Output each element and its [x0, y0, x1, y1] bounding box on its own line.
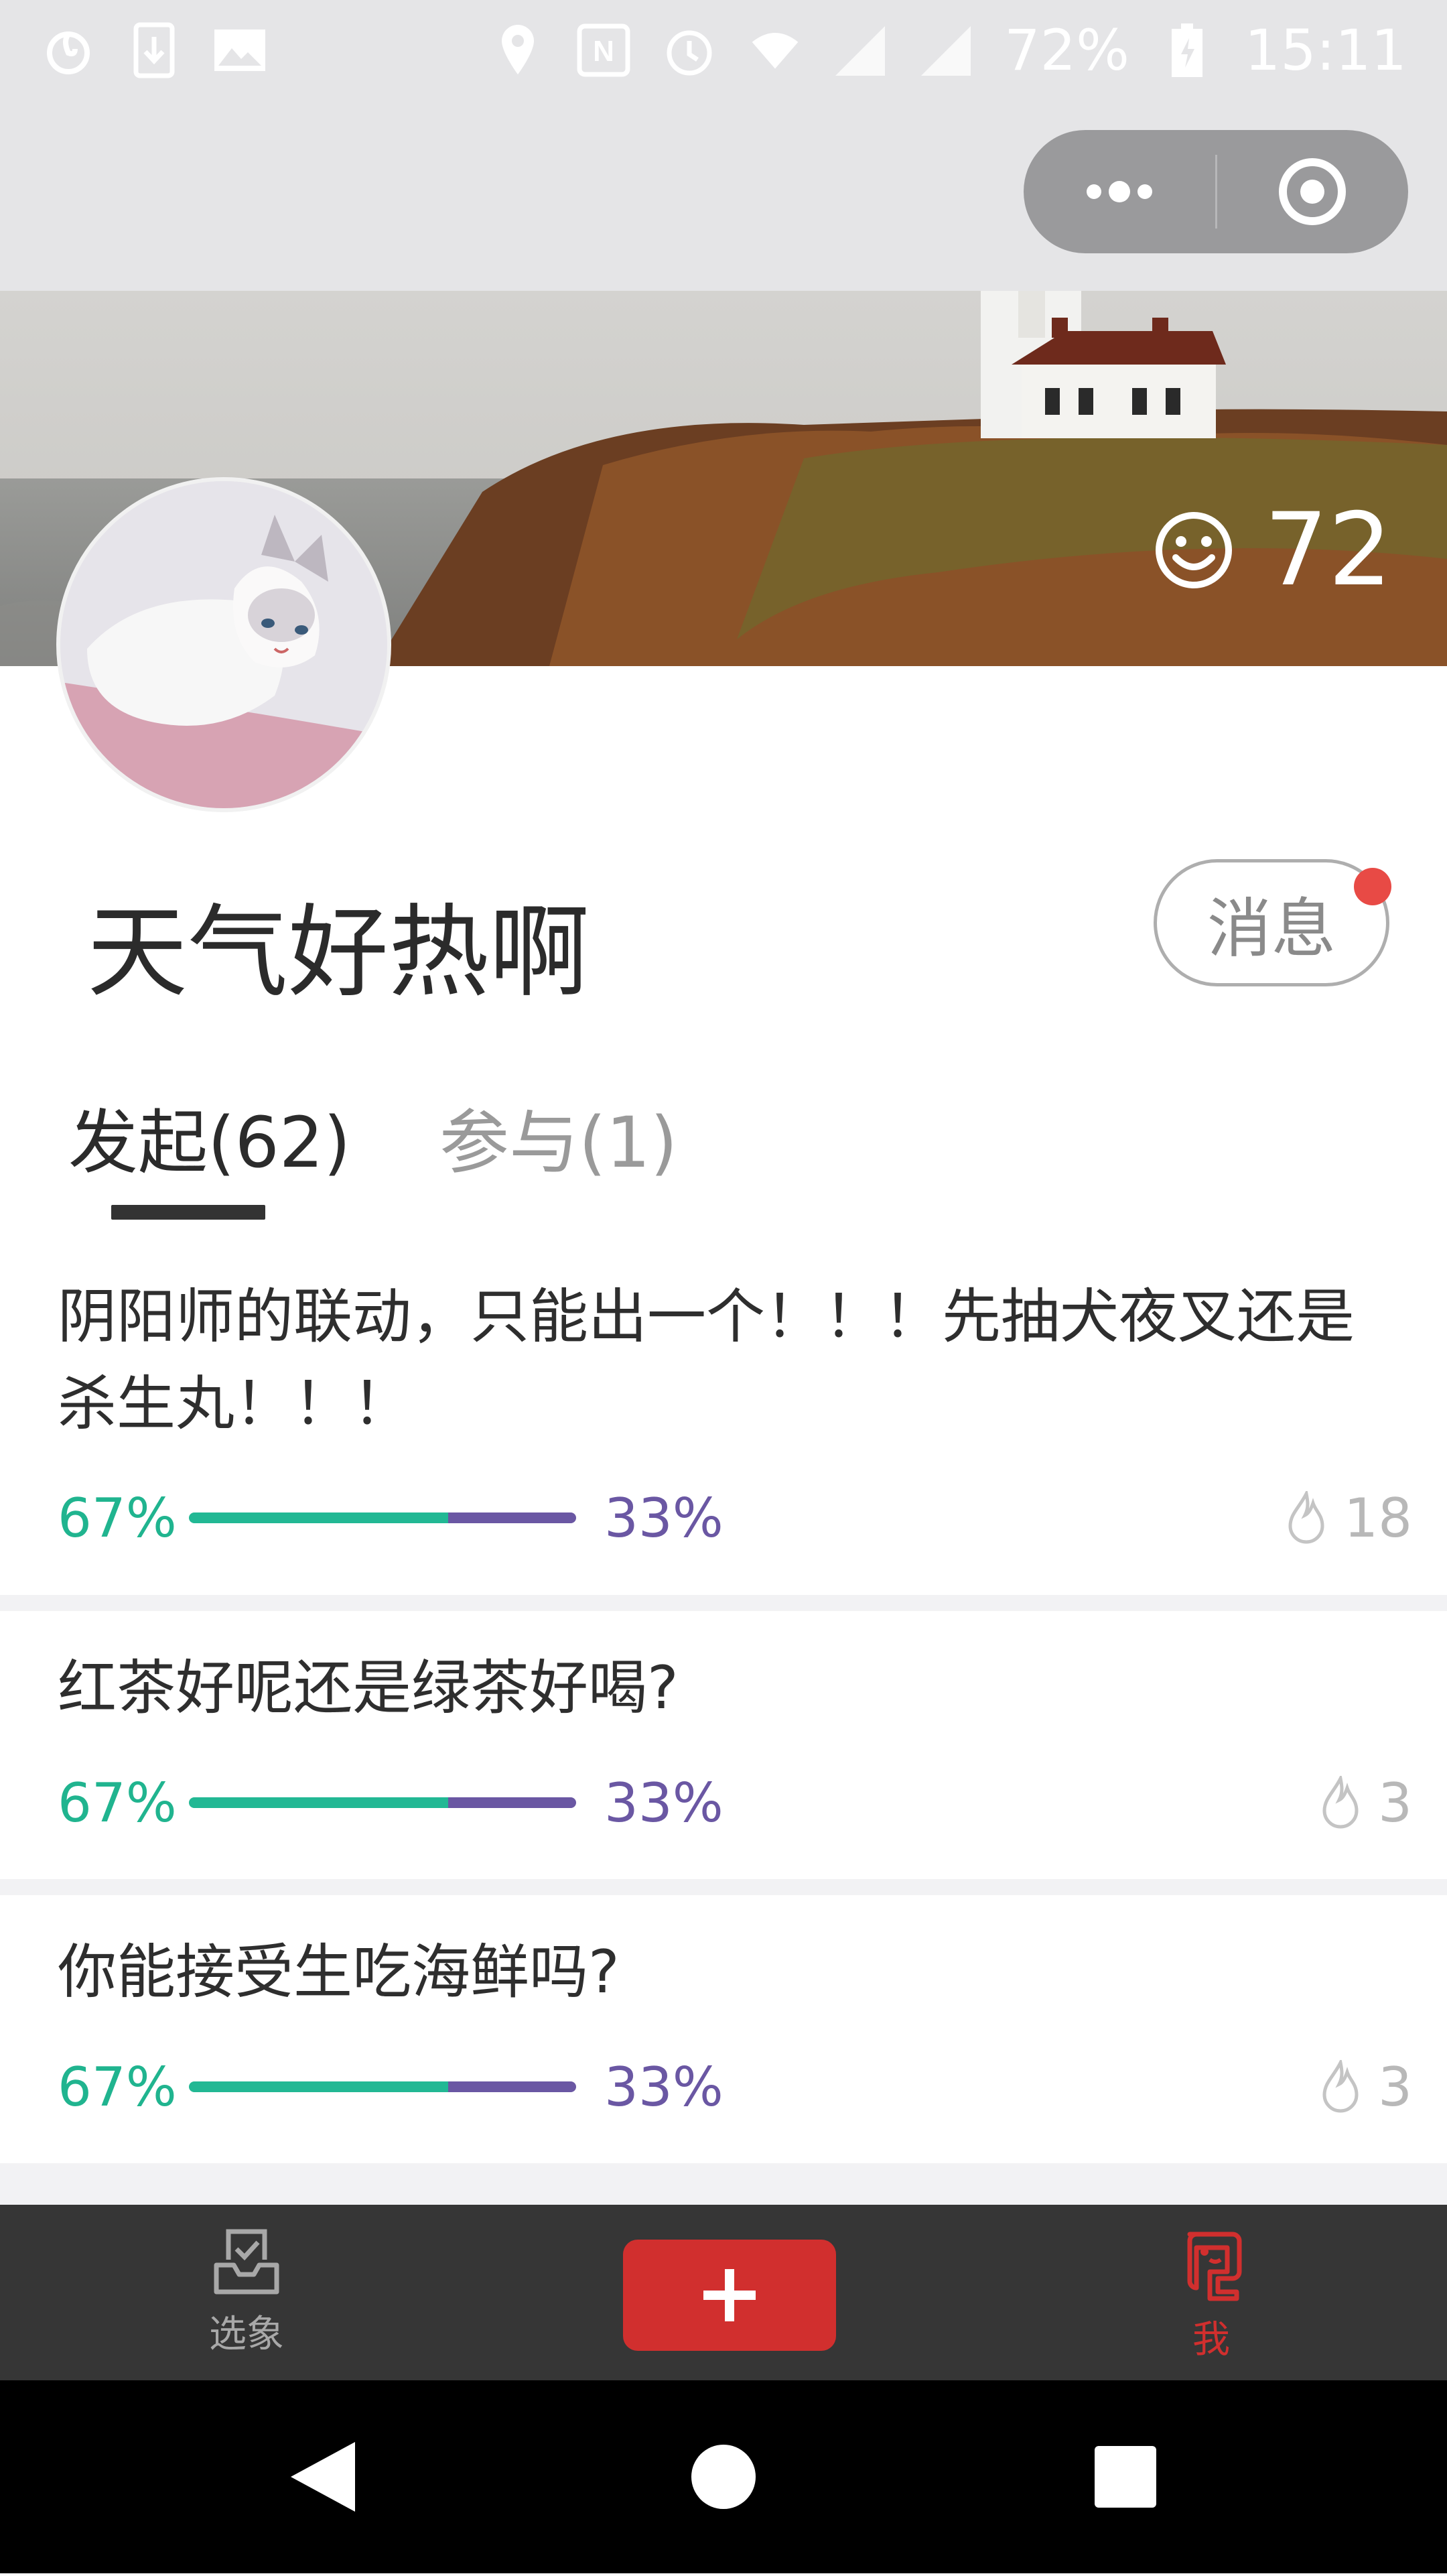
- plus-icon: [703, 2269, 756, 2321]
- heat-count: 3: [1320, 2056, 1412, 2118]
- vote-stats: 67% 33% 18: [58, 1478, 1412, 1558]
- right-percent: 33%: [604, 1486, 724, 1549]
- nfc-icon: N: [575, 22, 632, 78]
- tab-xuanxiang-label: 选象: [209, 2313, 284, 2356]
- question-card-2[interactable]: 红茶好呢还是绿茶好喝? 67% 33% 3: [0, 1611, 1447, 1879]
- vote-bar-left: [189, 1512, 449, 1523]
- message-button-label: 消息: [1207, 891, 1336, 966]
- vote-bar-right: [448, 2081, 576, 2092]
- wifi-icon: [747, 22, 803, 78]
- home-icon[interactable]: [691, 2445, 756, 2509]
- heat-count: 18: [1286, 1487, 1412, 1549]
- recents-icon[interactable]: [1095, 2446, 1156, 2508]
- question-text: 红茶好呢还是绿茶好喝?: [58, 1653, 679, 1722]
- question-text: 阴阳师的联动，只能出一个！！！先抽犬夜叉还是杀生丸！！！: [58, 1282, 1355, 1438]
- back-icon[interactable]: [291, 2442, 355, 2512]
- user-name: 天气好热啊: [87, 895, 590, 1011]
- close-button[interactable]: [1217, 130, 1409, 253]
- tab-initiated[interactable]: 发起(62): [68, 1086, 351, 1187]
- flame-icon: [1322, 2060, 1359, 2113]
- status-right-icons: N 72% 15:11: [490, 17, 1407, 83]
- vote-bar-right: [448, 1512, 576, 1523]
- vote-bar: [189, 1512, 576, 1523]
- tabs: 发起(62) 参与(1): [0, 1086, 1447, 1220]
- inbox-check-icon: [214, 2229, 279, 2295]
- score-display: 72: [1150, 492, 1392, 608]
- netease-music-icon: [40, 22, 96, 78]
- heat-value: 18: [1344, 1486, 1412, 1549]
- right-percent: 33%: [604, 2055, 724, 2118]
- score-value: 72: [1264, 492, 1392, 608]
- tab-xuanxiang[interactable]: 选象: [209, 2225, 284, 2358]
- vote-bar: [189, 1797, 576, 1808]
- more-dots-icon: [1086, 181, 1152, 202]
- vote-bar-left: [189, 1797, 449, 1808]
- android-nav-buttons: [291, 2442, 1156, 2512]
- vote-bar-left: [189, 2081, 449, 2092]
- separator: [0, 1595, 1447, 1611]
- tab-me[interactable]: 我: [1178, 2225, 1245, 2364]
- tab-participated[interactable]: 参与(1): [439, 1086, 677, 1187]
- unread-dot: [1354, 868, 1391, 905]
- flame-icon: [1322, 1776, 1359, 1829]
- active-tab-indicator: [111, 1205, 265, 1220]
- alarm-icon: [661, 22, 717, 78]
- battery-percent: 72%: [1004, 17, 1129, 83]
- more-button[interactable]: [1024, 130, 1215, 253]
- profile-face-icon: [1187, 2232, 1242, 2301]
- mini-program-nav: [0, 101, 1447, 291]
- vote-bar: [189, 2081, 576, 2092]
- vote-bar-right: [448, 1797, 576, 1808]
- tab-me-label: 我: [1192, 2318, 1230, 2362]
- target-close-icon: [1279, 158, 1347, 225]
- vote-stats: 67% 33% 3: [58, 2047, 1412, 2127]
- question-text: 你能接受生吃海鲜吗?: [58, 1937, 620, 2006]
- gallery-icon: [212, 22, 268, 78]
- separator: [0, 2163, 1447, 2205]
- cat-avatar-image: [60, 481, 387, 808]
- status-bar: N 72% 15:11: [0, 0, 1447, 101]
- location-icon: [490, 22, 546, 78]
- flame-icon: [1288, 1491, 1324, 1544]
- battery-icon: [1159, 22, 1215, 78]
- status-left-icons: [40, 22, 268, 78]
- signal-icon: [833, 22, 889, 78]
- question-card-1[interactable]: 阴阳师的联动，只能出一个！！！先抽犬夜叉还是杀生丸！！！ 67% 33% 18: [0, 1260, 1447, 1595]
- left-percent: 67%: [58, 1771, 177, 1834]
- capsule-menu: [1024, 130, 1408, 253]
- svg-text:N: N: [593, 35, 614, 68]
- bottom-tabbar: 选象 我: [0, 2205, 1447, 2380]
- clock-time: 15:11: [1244, 17, 1407, 83]
- question-card-3[interactable]: 你能接受生吃海鲜吗? 67% 33% 3: [0, 1895, 1447, 2163]
- create-button[interactable]: [623, 2240, 836, 2351]
- android-navigation-bar: [0, 2380, 1447, 2573]
- heat-value: 3: [1378, 1771, 1412, 1834]
- heat-value: 3: [1378, 2055, 1412, 2118]
- heat-count: 3: [1320, 1772, 1412, 1834]
- vote-stats: 67% 33% 3: [58, 1762, 1412, 1843]
- left-percent: 67%: [58, 2055, 177, 2118]
- smiley-icon: [1156, 512, 1233, 588]
- signal-icon-2: [918, 22, 975, 78]
- left-percent: 67%: [58, 1486, 177, 1549]
- avatar[interactable]: [56, 477, 391, 812]
- message-button[interactable]: 消息: [1154, 859, 1391, 986]
- right-percent: 33%: [604, 1771, 724, 1834]
- download-icon: [126, 22, 182, 78]
- separator: [0, 1879, 1447, 1895]
